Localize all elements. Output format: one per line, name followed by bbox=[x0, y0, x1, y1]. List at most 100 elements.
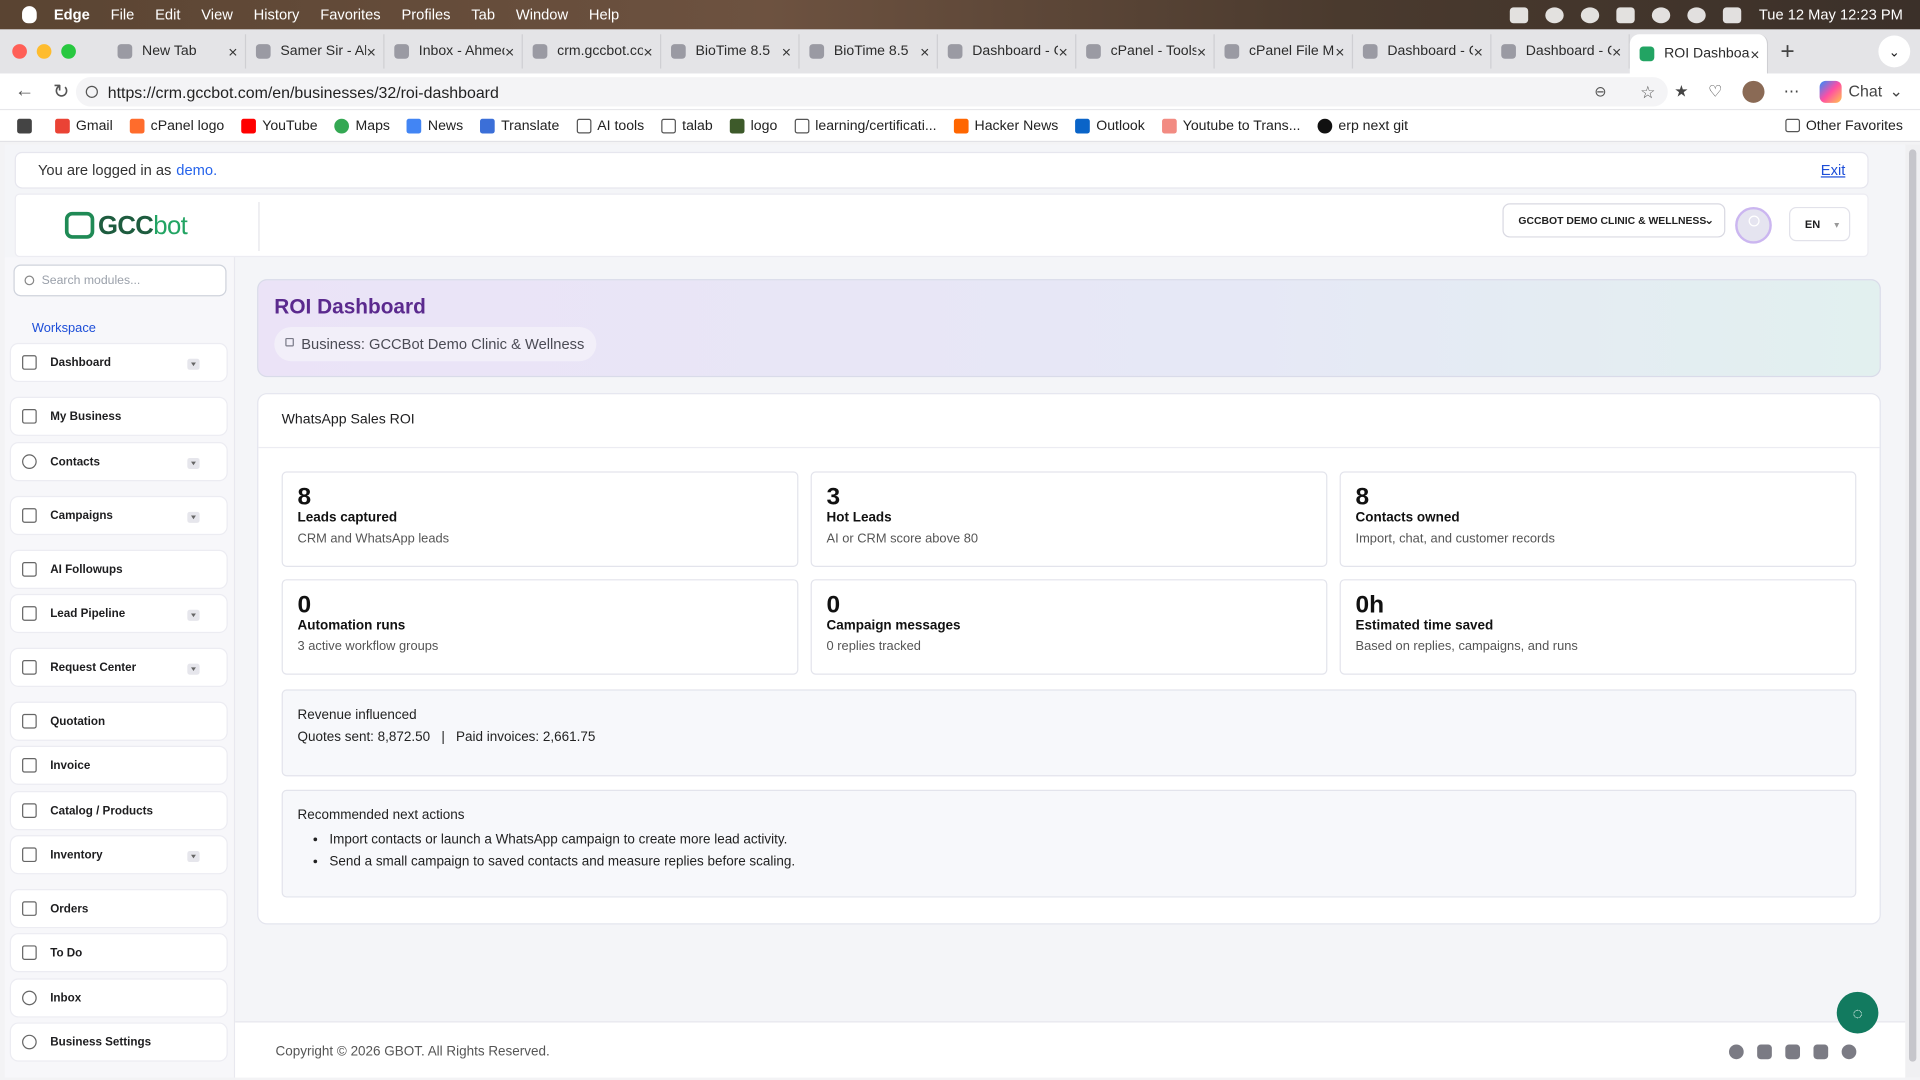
chevron-down-icon[interactable] bbox=[187, 358, 200, 370]
sidebar-item-contacts[interactable]: Contacts bbox=[9, 442, 228, 482]
menu-app[interactable]: Edge bbox=[54, 6, 90, 23]
bookmark[interactable]: Hacker News bbox=[953, 118, 1058, 133]
menu-view[interactable]: View bbox=[201, 6, 233, 23]
sidebar-item-catalog-products[interactable]: Catalog / Products bbox=[9, 791, 228, 831]
sidebar-item-campaigns[interactable]: Campaigns bbox=[9, 495, 228, 536]
sidebar-item-inbox[interactable]: Inbox bbox=[9, 978, 228, 1018]
cloud-icon[interactable] bbox=[1545, 6, 1565, 23]
browser-tab[interactable]: Inbox - Ahmed × bbox=[384, 34, 523, 69]
sidebar-item-orders[interactable]: Orders bbox=[9, 888, 228, 929]
clock[interactable]: Tue 12 May 12:23 PM bbox=[1759, 6, 1903, 23]
browser-tab[interactable]: Dashboard - G × bbox=[938, 34, 1077, 69]
sidebar-item-my-business[interactable]: My Business bbox=[9, 396, 228, 436]
chevron-down-icon[interactable] bbox=[187, 851, 200, 863]
battery-icon[interactable] bbox=[1616, 6, 1636, 23]
menu-edit[interactable]: Edit bbox=[155, 6, 180, 23]
copilot-chat-button[interactable]: Chat ⌄ bbox=[1819, 80, 1903, 103]
browser-tab[interactable]: Dashboard - G × bbox=[1491, 34, 1630, 69]
exit-link[interactable]: Exit bbox=[1821, 162, 1846, 179]
scrollbar-thumb[interactable] bbox=[1908, 149, 1917, 1062]
browser-tab[interactable]: Dashboard - G × bbox=[1353, 34, 1492, 69]
favorites-icon[interactable]: ★ bbox=[1674, 81, 1688, 101]
bookmark[interactable]: Outlook bbox=[1075, 118, 1145, 133]
browser-tab[interactable]: cPanel - Tools × bbox=[1076, 34, 1215, 69]
facebook-icon[interactable] bbox=[1728, 1044, 1744, 1060]
browser-tab[interactable]: New Tab × bbox=[108, 34, 247, 69]
chevron-down-icon[interactable] bbox=[187, 609, 200, 621]
bookmark[interactable]: cPanel logo bbox=[129, 118, 224, 133]
site-info-icon[interactable] bbox=[85, 85, 98, 98]
bookmark[interactable]: Gmail bbox=[55, 118, 113, 133]
instagram-icon[interactable] bbox=[1785, 1044, 1801, 1060]
spotlight-icon[interactable] bbox=[1687, 6, 1707, 23]
apple-icon[interactable] bbox=[22, 6, 37, 24]
sidebar-item-lead-pipeline[interactable]: Lead Pipeline bbox=[9, 593, 228, 634]
x-twitter-icon[interactable] bbox=[1757, 1044, 1772, 1060]
browser-tab[interactable]: BioTime 8.5 × bbox=[661, 34, 800, 69]
new-tab-button[interactable]: + bbox=[1780, 37, 1794, 65]
menu-profiles[interactable]: Profiles bbox=[401, 6, 450, 23]
gccbot-logo[interactable]: GCCbot bbox=[64, 211, 188, 241]
bookmark[interactable]: erp next git bbox=[1317, 118, 1408, 133]
other-favorites[interactable]: Other Favorites bbox=[1785, 118, 1903, 133]
tab-close-icon[interactable]: × bbox=[1612, 42, 1621, 60]
bookmark[interactable]: Translate bbox=[480, 118, 559, 133]
chevron-down-icon[interactable] bbox=[187, 663, 200, 675]
chevron-down-icon[interactable] bbox=[187, 511, 200, 523]
bookmark[interactable]: logo bbox=[729, 118, 777, 133]
tab-close-icon[interactable]: × bbox=[1058, 42, 1067, 60]
tab-close-icon[interactable]: × bbox=[505, 42, 514, 60]
sidebar-item-dashboard[interactable]: Dashboard bbox=[9, 342, 228, 383]
business-select[interactable]: GCCBOT DEMO CLINIC & WELLNESS ⌄ bbox=[1502, 203, 1726, 238]
browser-tab[interactable]: Samer Sir - Ah × bbox=[246, 34, 385, 69]
menu-favorites[interactable]: Favorites bbox=[320, 6, 380, 23]
tab-close-icon[interactable]: × bbox=[1197, 42, 1206, 60]
tab-close-icon[interactable]: × bbox=[228, 42, 237, 60]
maximize-window-icon[interactable] bbox=[61, 44, 76, 59]
url-field[interactable]: https://crm.gccbot.com/en/businesses/32/… bbox=[75, 77, 1668, 107]
tab-close-icon[interactable]: × bbox=[920, 42, 929, 60]
menu-help[interactable]: Help bbox=[589, 6, 619, 23]
health-icon[interactable]: ♡ bbox=[1708, 81, 1722, 101]
bookmark-folder[interactable]: talab bbox=[661, 118, 713, 133]
control-center-icon[interactable] bbox=[1723, 6, 1742, 23]
status-app-icon[interactable] bbox=[1510, 6, 1529, 23]
close-window-icon[interactable] bbox=[12, 44, 27, 59]
wifi-icon[interactable] bbox=[1652, 6, 1671, 23]
browser-tab-active[interactable]: ROI Dashboard× bbox=[1629, 34, 1769, 74]
more-icon[interactable]: ⋯ bbox=[1784, 81, 1800, 101]
page-scrollbar[interactable] bbox=[1905, 144, 1920, 1078]
bookmark-folder[interactable]: learning/certificati... bbox=[794, 118, 937, 133]
sidebar-item-business-settings[interactable]: Business Settings bbox=[9, 1022, 228, 1062]
favorite-star-icon[interactable]: ☆ bbox=[1640, 81, 1655, 102]
menu-tab[interactable]: Tab bbox=[471, 6, 495, 23]
bookmark[interactable]: Maps bbox=[334, 118, 390, 133]
sidebar-item-inventory[interactable]: Inventory bbox=[9, 835, 228, 875]
browser-tab[interactable]: BioTime 8.5 × bbox=[800, 34, 938, 69]
sidebar-item-quotation[interactable]: Quotation bbox=[9, 701, 228, 741]
sidebar-item-request-center[interactable]: Request Center bbox=[9, 647, 228, 687]
tab-actions-chevron-icon[interactable]: ⌄ bbox=[1878, 35, 1911, 68]
tab-close-icon[interactable]: × bbox=[1335, 42, 1344, 60]
language-select[interactable]: EN ▾ bbox=[1788, 206, 1851, 242]
tab-close-icon[interactable]: × bbox=[782, 42, 791, 60]
menu-file[interactable]: File bbox=[111, 6, 135, 23]
browser-tab[interactable]: cPanel File Ma × bbox=[1215, 34, 1354, 69]
back-arrow-icon[interactable]: ← bbox=[12, 80, 36, 102]
module-search-input[interactable]: Search modules... bbox=[13, 264, 227, 297]
chat-support-button[interactable]: ◌ bbox=[1836, 991, 1879, 1034]
bookmarks-menu-icon[interactable] bbox=[17, 118, 38, 133]
sidebar-item-ai-followups[interactable]: AI Followups bbox=[9, 549, 228, 589]
tab-close-icon[interactable]: × bbox=[643, 42, 652, 60]
bookmark[interactable]: Youtube to Trans... bbox=[1161, 118, 1300, 133]
onedrive-icon[interactable] bbox=[1581, 6, 1600, 23]
tab-close-icon[interactable]: × bbox=[367, 42, 376, 60]
tab-close-icon[interactable]: × bbox=[1750, 45, 1759, 63]
pinterest-icon[interactable] bbox=[1841, 1044, 1857, 1060]
zoom-icon[interactable]: ⊖ bbox=[1594, 83, 1606, 100]
bookmark[interactable]: YouTube bbox=[241, 118, 318, 133]
user-avatar[interactable] bbox=[1735, 206, 1772, 244]
bookmark-folder[interactable]: AI tools bbox=[576, 118, 644, 133]
tab-close-icon[interactable]: × bbox=[1474, 42, 1483, 60]
bookmark[interactable]: News bbox=[407, 118, 463, 133]
